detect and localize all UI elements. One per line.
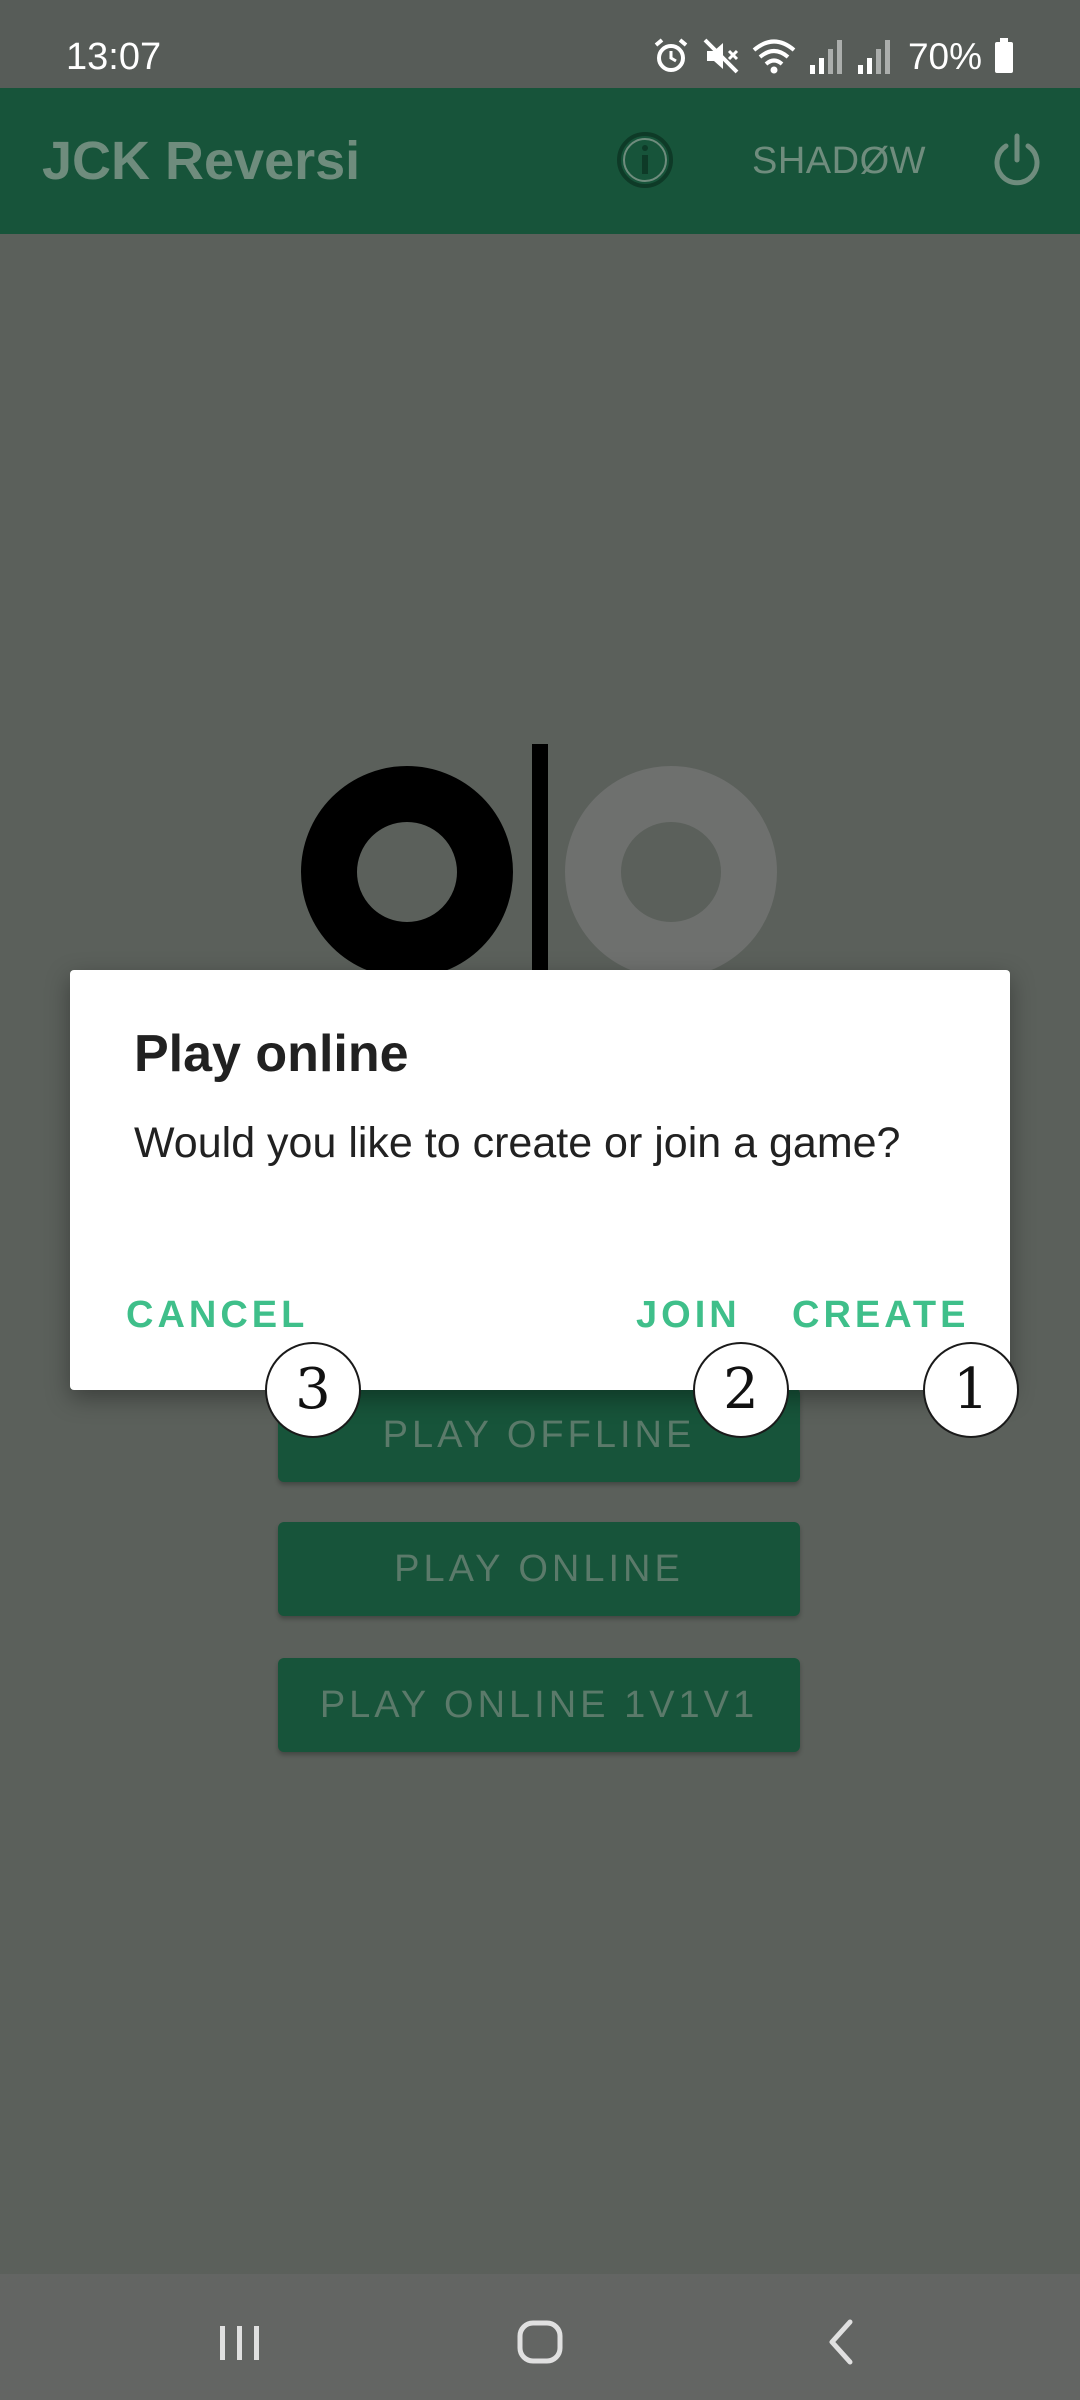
marker-3: 3 [265,1342,361,1438]
play-online-dialog: Play online Would you like to create or … [70,970,1010,1390]
marker-2: 2 [693,1342,789,1438]
wifi-icon [752,39,796,74]
status-icons: 70% [652,36,1014,76]
play-online-button[interactable]: PLAY ONLINE [278,1522,800,1616]
black-disc [301,766,513,974]
create-button[interactable]: CREATE [792,1296,969,1334]
app-title: JCK Reversi [42,131,361,191]
join-button[interactable]: JOIN [636,1296,741,1334]
play-online-1v1v1-button[interactable]: PLAY ONLINE 1V1V1 [278,1658,800,1752]
white-disc [565,766,777,974]
recents-icon[interactable] [210,2312,270,2372]
back-icon[interactable] [812,2312,872,2372]
app-bar: JCK Reversi SHADØW [0,88,1080,234]
battery-percentage: 70% [907,35,982,77]
reversi-logo [301,744,777,974]
mute-icon [703,38,739,74]
signal-icon [809,40,842,74]
navigation-bar [0,2274,1080,2400]
alarm-icon [654,38,688,72]
dialog-message: Would you like to create or join a game? [134,1119,901,1167]
logo-divider [532,744,548,974]
home-icon[interactable] [510,2312,570,2372]
cancel-button[interactable]: CANCEL [126,1296,308,1334]
power-icon[interactable] [988,132,1046,190]
battery-icon [995,38,1013,73]
status-bar: 13:07 70% [0,0,1080,88]
info-icon[interactable] [615,130,675,190]
dialog-title: Play online [134,1025,409,1083]
status-time: 13:07 [66,36,162,78]
shadow-toggle[interactable]: SHADØW [752,142,926,180]
marker-1: 1 [923,1342,1019,1438]
signal-icon [857,40,890,74]
